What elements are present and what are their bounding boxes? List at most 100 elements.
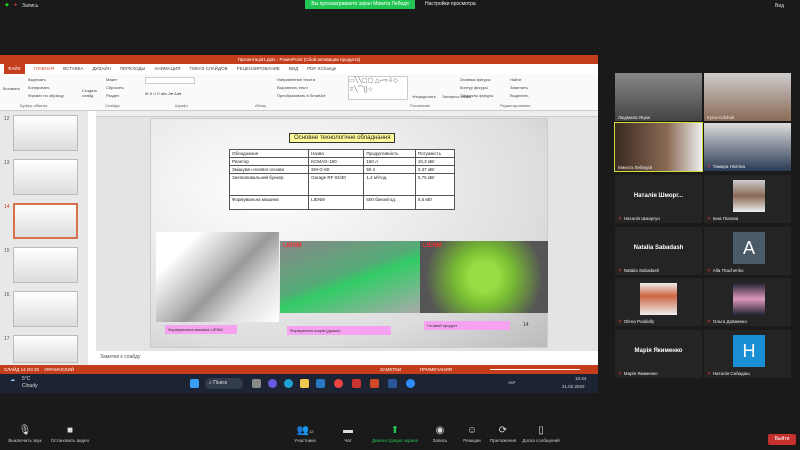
thumb-number: 14 (4, 204, 10, 210)
participant-tile[interactable]: ✕ Тамара Нікітіна (704, 123, 791, 171)
participant-tile[interactable]: Iryna Kolchuk (704, 73, 791, 121)
font-format-buttons[interactable]: Ж К Ч S abc А▾ Аа▾ (145, 91, 181, 96)
smartart-button[interactable]: Преобразовать в SmartArt (277, 93, 326, 98)
participant-tile[interactable]: Natalia Sabadash ✕ Natalia Sabadash (615, 227, 702, 275)
participant-name: Людмила Яцюк (618, 115, 651, 120)
participant-name: Інна Попова (712, 216, 739, 221)
app-icon[interactable] (352, 379, 361, 388)
find-button[interactable]: Найти (510, 77, 521, 82)
text-direction-button[interactable]: Направление текста (277, 77, 315, 82)
slide-thumbnail[interactable] (13, 159, 78, 195)
whiteboard-button[interactable]: ▯ Доска сообщений (516, 425, 566, 443)
tab-transitions[interactable]: ПЕРЕХОДЫ (120, 64, 146, 74)
comments-button[interactable]: ПРИМЕЧАНИЯ (420, 365, 452, 374)
start-icon[interactable] (190, 379, 199, 388)
replace-button[interactable]: Заменить (510, 85, 528, 90)
tab-file[interactable]: ФАЙЛ (4, 64, 25, 74)
view-options-button[interactable]: Настройки просмотра (425, 0, 476, 9)
slide-canvas[interactable]: Основне технологічне обладнання Обладнан… (150, 118, 548, 348)
tab-design[interactable]: ДИЗАЙН (92, 64, 111, 74)
shape-effects-button[interactable]: Эффекты фигуры (460, 93, 493, 98)
chrome-icon[interactable] (334, 379, 343, 388)
select-button[interactable]: Выделить (510, 93, 528, 98)
participant-tile[interactable]: ✕ Інна Попова (704, 175, 791, 223)
edge-icon[interactable] (284, 379, 293, 388)
mute-button[interactable]: 🎙 Выключить звук (0, 425, 50, 443)
table-row: Знепилювальний бункер Garage RF 02/30 1,4 … (228, 173, 456, 196)
slide-thumbnails-panel[interactable]: 12 13 14 15 16 17 (0, 111, 88, 365)
muted-icon: ✕ (618, 371, 622, 376)
view-button[interactable]: Вид (775, 3, 784, 9)
windows-taskbar: ☁ 5°C Cloudy ⌕ Поиск УКР 10:44 21.02.202… (0, 374, 598, 393)
taskview-icon[interactable] (252, 379, 261, 388)
clock-date[interactable]: 21.02.2023 (562, 384, 585, 389)
cell: KCMAG-150 (308, 157, 365, 166)
participants-label: Участники (294, 438, 316, 443)
slide-thumbnail[interactable] (13, 247, 78, 283)
notes-pane[interactable]: Заметки к слайду (96, 351, 598, 365)
participant-tile[interactable]: ✕ Ольга Довженко (704, 278, 791, 326)
font-input[interactable] (145, 77, 195, 84)
participant-name: Микита Лебедєв (618, 165, 653, 170)
notes-button[interactable]: ЗАМЕТКИ (380, 365, 401, 374)
chat-button[interactable]: ▬ Чат (323, 425, 373, 443)
participant-tile[interactable]: Марія Якименко ✕ Марія Якименко (615, 330, 702, 378)
table-row: Формувальна машина LIENM 600 банок/год. 6,5… (228, 195, 456, 210)
shapes-gallery[interactable]: ▭╲╲▢▢ △⌐⇨⇩◇ ⇧╲⌒{}☆ (348, 76, 408, 100)
paste-button[interactable]: Вставить (3, 86, 20, 91)
reset-button[interactable]: Сбросить (106, 85, 124, 90)
zoom-toolbar: 🎙 Выключить звук ■ Остановить видео 👥12 Уча… (0, 420, 800, 450)
slide-number: 14 (523, 322, 529, 328)
participant-tile[interactable]: Наталія Шморг... ✕ Наталія Шморгун (615, 175, 702, 223)
slide-thumbnail[interactable] (13, 115, 78, 151)
participant-tile-active-speaker[interactable]: Микита Лебедєв (614, 122, 703, 172)
layout-button[interactable]: Макет (106, 77, 117, 82)
section-button[interactable]: Раздел (106, 93, 119, 98)
shape-outline-button[interactable]: Контур фигуры (460, 85, 488, 90)
language-indicator[interactable]: УКР (508, 380, 516, 385)
slide-thumbnail[interactable] (13, 335, 78, 363)
participants-count: 12 (309, 429, 314, 434)
zoom-app-icon[interactable] (406, 379, 415, 388)
participant-tile[interactable]: H ✕ Наталія Сабадаш (704, 330, 791, 378)
group-drawing: Рисование (410, 103, 431, 108)
tab-review[interactable]: РЕЦЕНЗИРОВАНИЕ (237, 64, 280, 74)
clock-time[interactable]: 10:44 (575, 376, 586, 381)
align-text-button[interactable]: Выровнять текст (277, 85, 308, 90)
new-slide-button[interactable]: Создать слайд (82, 88, 102, 98)
arrange-button[interactable]: Упорядочить (412, 94, 436, 99)
tab-animation[interactable]: АНИМАЦИЯ (154, 64, 180, 74)
slide-thumbnail[interactable] (13, 291, 78, 327)
participant-tile[interactable]: ✕ Olena Poddolly (615, 278, 702, 326)
copy-button[interactable]: Копировать (28, 85, 50, 90)
tab-view[interactable]: ВИД (289, 64, 298, 74)
store-icon[interactable] (316, 379, 325, 388)
explorer-icon[interactable] (300, 379, 309, 388)
tab-slideshow[interactable]: ПОКАЗ СЛАЙДОВ (189, 64, 227, 74)
share-screen-button[interactable]: ⬆ Демонстрация экрана (370, 425, 420, 443)
language[interactable]: УКРАИНСКИЙ (44, 367, 74, 372)
status-bar: СЛАЙД 14 ИЗ 30 УКРАИНСКИЙ ЗАМЕТКИ ПРИМЕЧ… (0, 365, 598, 374)
powerpoint-icon[interactable] (370, 379, 379, 388)
participant-display-name: Марія Якименко (634, 348, 683, 354)
avatar (733, 283, 765, 315)
tab-insert[interactable]: ВСТАВКА (63, 64, 83, 74)
tab-pdf[interactable]: PDF-XChange (307, 64, 336, 74)
search-box[interactable]: ⌕ Поиск (205, 378, 243, 389)
tab-home[interactable]: ГЛАВНАЯ (34, 64, 55, 74)
whiteboard-label: Доска сообщений (522, 438, 560, 443)
cut-button[interactable]: Вырезать (28, 77, 46, 82)
participant-name: Alla Tkachenko (712, 268, 744, 273)
stop-video-button[interactable]: ■ Остановить видео (45, 425, 95, 443)
participant-tile[interactable]: A ✕ Alla Tkachenko (704, 227, 791, 275)
format-painter-button[interactable]: Формат по образцу (28, 93, 64, 98)
zoom-slider[interactable] (490, 369, 580, 370)
chat-app-icon[interactable] (268, 379, 277, 388)
shape-fill-button[interactable]: Заливка фигуры (460, 77, 491, 82)
leave-button[interactable]: Выйти (768, 434, 796, 445)
slide-thumbnail-current[interactable] (13, 203, 78, 239)
participant-tile[interactable]: Людмила Яцюк (615, 73, 702, 121)
participant-name: Наталія Шморгун (623, 216, 660, 221)
muted-icon: ✕ (618, 319, 622, 324)
word-icon[interactable] (388, 379, 397, 388)
